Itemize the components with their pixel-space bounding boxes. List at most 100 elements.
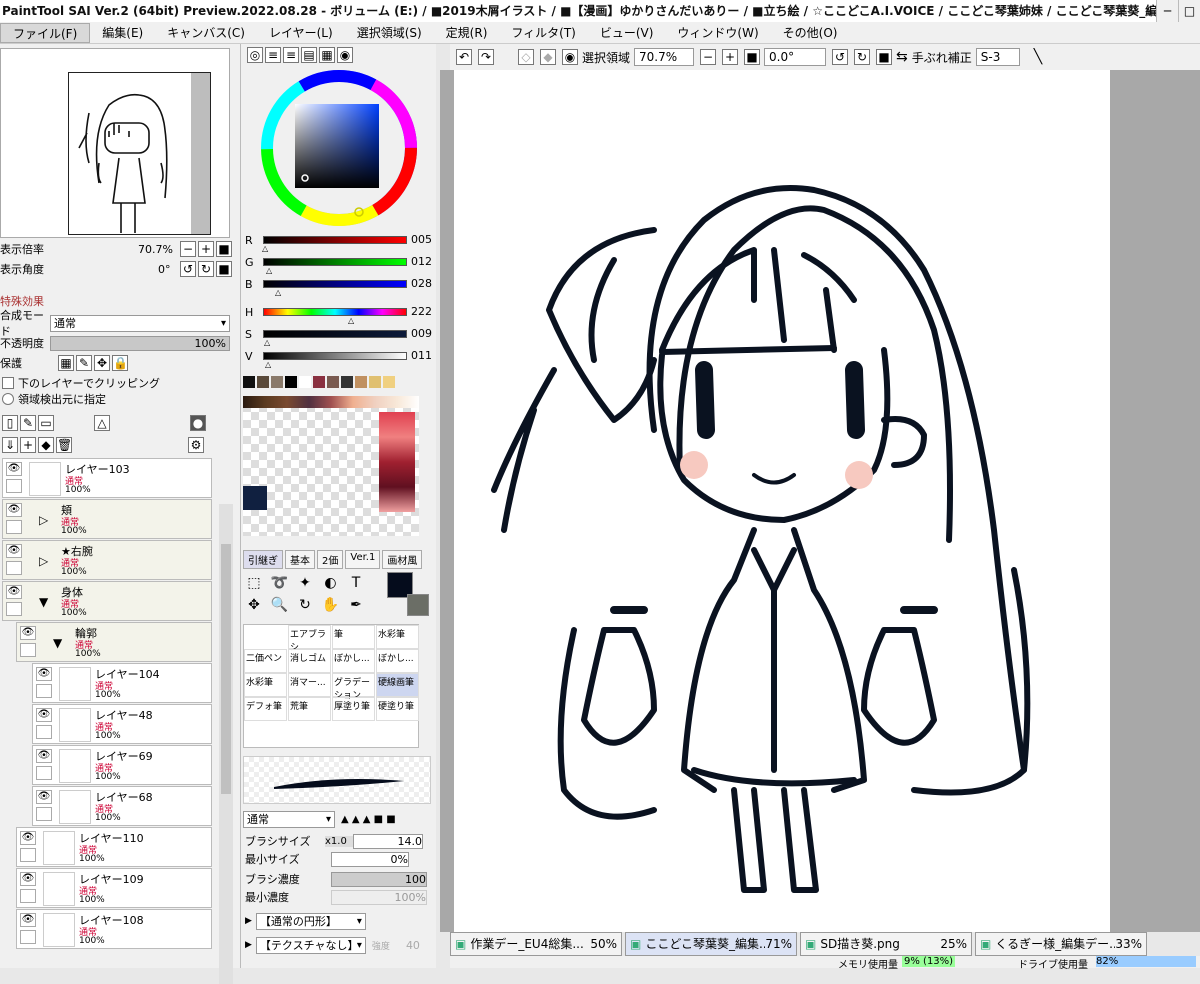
color-wheel[interactable]: [259, 68, 419, 228]
brush-size-mult[interactable]: x1.0: [325, 835, 353, 847]
brush-preset[interactable]: グラデーション: [332, 673, 375, 701]
eye-icon[interactable]: ◉: [562, 49, 578, 65]
tool-tab[interactable]: 引継ぎ: [243, 550, 283, 569]
history-swatch[interactable]: [369, 376, 381, 388]
layer-row[interactable]: 👁 レイヤー109 通常 100%: [16, 868, 212, 908]
brush-preset[interactable]: 筆: [332, 625, 375, 649]
brush-preset[interactable]: ぼかし...: [376, 649, 419, 673]
layer-copy-icon[interactable]: ◆: [38, 437, 54, 453]
history-swatch[interactable]: [355, 376, 367, 388]
brush-preset[interactable]: 厚塗り筆: [332, 697, 375, 721]
layer-folder[interactable]: 👁 ▼ 身体 通常 100%: [2, 581, 212, 621]
lasso-icon[interactable]: ➰: [269, 572, 291, 594]
brush-preset[interactable]: 消マー...: [288, 673, 331, 697]
eye-icon[interactable]: 👁: [20, 831, 36, 845]
maximize-button[interactable]: □: [1178, 0, 1200, 22]
trash-icon[interactable]: 🗑: [56, 437, 72, 453]
history-swatch[interactable]: [327, 376, 339, 388]
brush-preset[interactable]: 荒筆: [288, 697, 331, 721]
history-swatch[interactable]: [383, 376, 395, 388]
new-pen-layer-icon[interactable]: ✎: [20, 415, 36, 431]
layer-checkbox[interactable]: [20, 889, 36, 903]
tool-tab[interactable]: 基本: [285, 550, 315, 569]
tool-tab[interactable]: Ver.1: [345, 550, 381, 569]
slider-track[interactable]: [263, 258, 407, 266]
rotate-ccw-icon[interactable]: ↺: [832, 49, 849, 65]
menu-item[interactable]: レイヤー(L): [257, 23, 345, 43]
layer-checkbox[interactable]: [6, 520, 22, 534]
layer-checkbox[interactable]: [36, 684, 52, 698]
layer-checkbox[interactable]: [36, 725, 52, 739]
eye-icon[interactable]: 👁: [36, 790, 52, 804]
menu-item[interactable]: 定規(R): [434, 23, 500, 43]
slider-track[interactable]: [263, 352, 407, 360]
eyedropper-icon[interactable]: ✒: [345, 594, 367, 616]
lock-icon[interactable]: 🔒: [112, 355, 128, 371]
invert-icon[interactable]: ◆: [540, 49, 556, 65]
layer-row[interactable]: 👁 レイヤー48 通常 100%: [32, 704, 212, 744]
slider-track[interactable]: [263, 280, 407, 288]
zoom-out-button[interactable]: −: [180, 241, 196, 257]
swatch-row[interactable]: [243, 396, 419, 408]
brush-mode-select[interactable]: 通常: [243, 810, 335, 828]
canvas-paper[interactable]: [454, 70, 1110, 932]
slider-handle[interactable]: △: [262, 244, 268, 253]
history-swatch[interactable]: [299, 376, 311, 388]
text-icon[interactable]: T: [345, 572, 367, 594]
secondary-color-swatch[interactable]: [407, 594, 429, 616]
deselect-icon[interactable]: ◇: [518, 49, 534, 65]
character-lineart[interactable]: [454, 70, 1110, 932]
eye-icon[interactable]: 👁: [6, 544, 22, 558]
clip-checkbox[interactable]: [2, 377, 14, 389]
new-folder-icon[interactable]: ▭: [38, 415, 54, 431]
brush-shape-icons[interactable]: ▲ ▲ ▲ ■ ■: [341, 814, 396, 825]
line-icon[interactable]: ╲: [1034, 49, 1042, 65]
slider-v[interactable]: V △ 011: [245, 348, 433, 369]
eye-icon[interactable]: 👁: [6, 585, 22, 599]
eye-icon[interactable]: 👁: [20, 913, 36, 927]
layer-settings-icon[interactable]: ⚙: [188, 437, 204, 453]
layer-checkbox[interactable]: [6, 561, 22, 575]
history-swatch[interactable]: [313, 376, 325, 388]
zoom-reset-button[interactable]: ■: [216, 241, 232, 257]
layer-row[interactable]: 👁 レイヤー104 通常 100%: [32, 663, 212, 703]
layer-scroll-thumb[interactable]: [221, 544, 231, 794]
canvas-zoom-select[interactable]: 70.7%: [634, 48, 695, 66]
history-swatch[interactable]: [243, 376, 255, 388]
canvas-area[interactable]: [440, 70, 1200, 932]
slider-g[interactable]: G △ 012: [245, 254, 433, 275]
protect-alpha-icon[interactable]: ▦: [58, 355, 74, 371]
folder-arrow-icon[interactable]: ▼: [53, 636, 62, 650]
layer-folder[interactable]: 👁 ▼ 輪郭 通常 100%: [16, 622, 212, 662]
slider-handle[interactable]: △: [265, 360, 271, 369]
rotate-right-button[interactable]: ↻: [198, 261, 214, 277]
layer-folder[interactable]: 👁 ▷ 頬通常 100%: [2, 499, 212, 539]
document-tab[interactable]: ▣ 作業デー_EU4総集... 50%: [450, 932, 622, 956]
layer-clear-icon[interactable]: +: [20, 437, 36, 453]
layer-folder[interactable]: 👁 ▷ ★右腕 通常 100%: [2, 540, 212, 580]
brush-preset[interactable]: 水彩筆: [244, 673, 287, 697]
eye-icon[interactable]: 👁: [20, 626, 36, 640]
menu-item[interactable]: その他(O): [771, 23, 850, 43]
tool-tab[interactable]: 2価: [317, 550, 344, 569]
brush-preset[interactable]: 水彩筆: [376, 625, 419, 649]
tool-tab[interactable]: 画材風: [382, 550, 423, 569]
min-size-value[interactable]: 0%: [331, 851, 409, 867]
protect-move-icon[interactable]: ✥: [94, 355, 110, 371]
canvas-angle-select[interactable]: 0.0°: [764, 48, 827, 66]
document-tab[interactable]: ▣ くるぎー様_編集デー... 33%: [975, 932, 1147, 956]
brush-preset[interactable]: エアブラシ: [288, 625, 331, 653]
brush-shape-select[interactable]: 【通常の円形】: [255, 912, 366, 930]
zoom-icon[interactable]: 🔍: [269, 594, 291, 616]
layer-row[interactable]: 👁 レイヤー68 通常 100%: [32, 786, 212, 826]
menu-item[interactable]: フィルタ(T): [499, 23, 587, 43]
eye-icon[interactable]: 👁: [36, 708, 52, 722]
folder-arrow-icon[interactable]: ▼: [39, 595, 48, 609]
layer-row[interactable]: 👁 レイヤー103 通常 100%: [2, 458, 212, 498]
layer-checkbox[interactable]: [20, 643, 36, 657]
brush-preset[interactable]: ぼかし...: [332, 649, 375, 673]
rotate-cw-icon[interactable]: ↻: [854, 49, 871, 65]
zoom-fit-icon[interactable]: ■: [744, 49, 761, 65]
menu-item[interactable]: 選択領域(S): [345, 23, 434, 43]
zoom-out-icon[interactable]: −: [700, 49, 717, 65]
